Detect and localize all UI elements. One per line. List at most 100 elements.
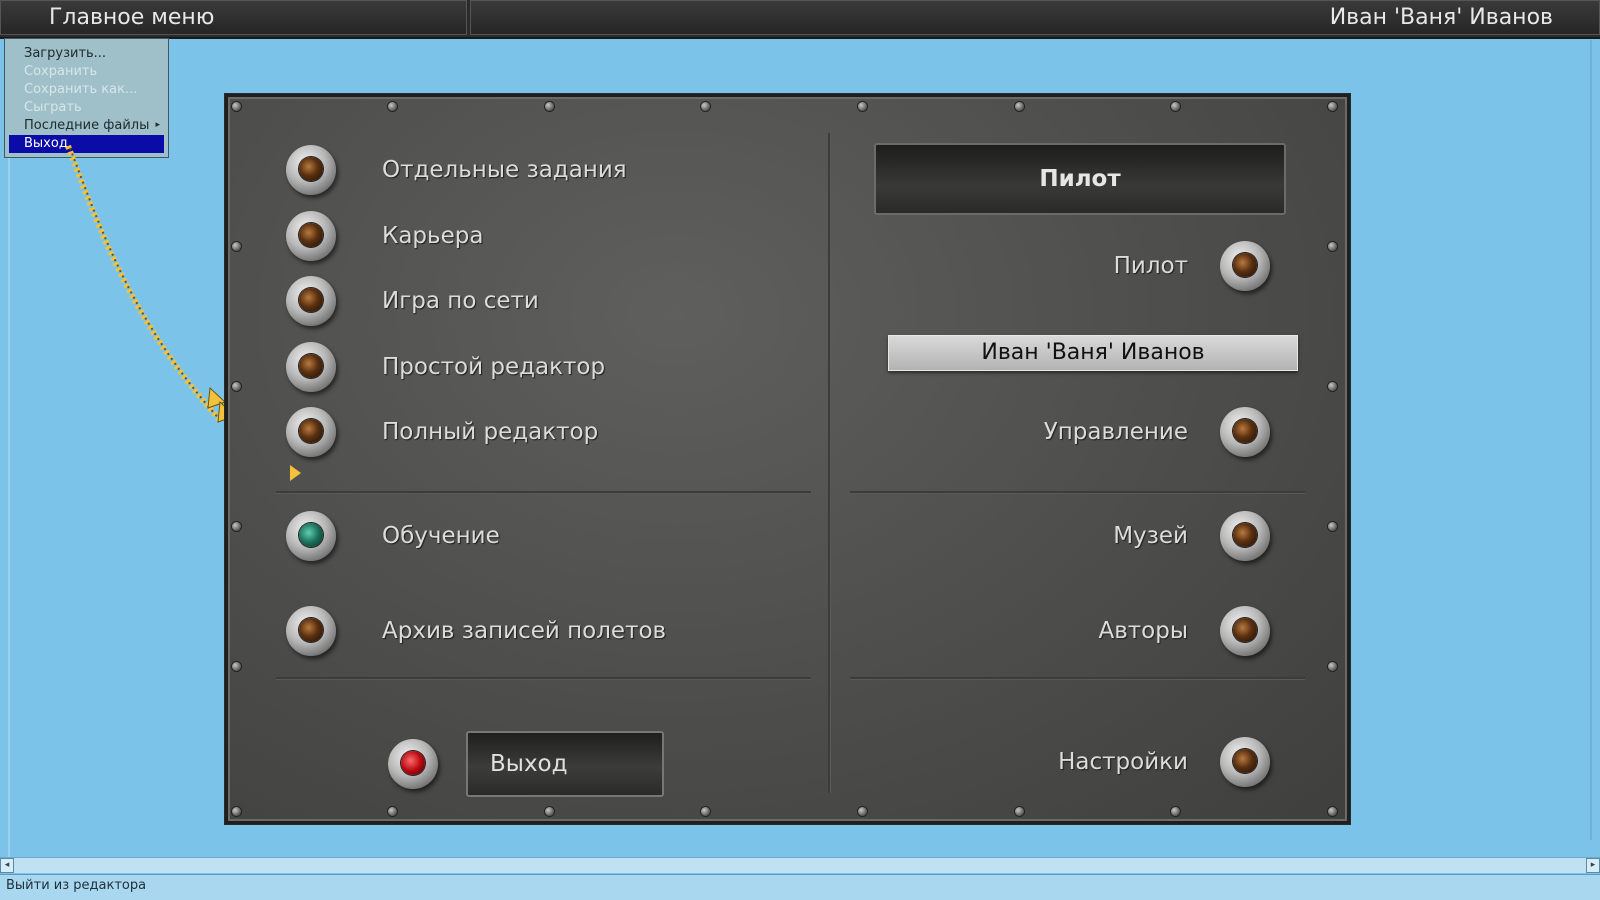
vertical-scrollbar[interactable] [1590,40,1592,840]
cursor-trail-icon [65,144,235,423]
menu-option-settings[interactable]: Настройки [908,734,1303,790]
lamp-red-icon [401,751,425,775]
menu-option-career[interactable]: Карьера [286,208,806,264]
option-label: Управление [1043,419,1188,445]
exit-lamp-button-icon[interactable] [388,739,438,789]
menu-item-play: Сыграть [5,99,168,117]
menu-item-label: Последние файлы [24,118,150,133]
lamp-amber-icon [1233,419,1257,443]
menu-item-label: Сыграть [24,100,82,115]
menu-item-label: Загрузить... [24,46,107,61]
lamp-amber-icon [299,288,323,312]
submenu-arrow-icon: ▸ [155,120,160,130]
rivet-icon [545,102,554,111]
menu-option-full-editor[interactable]: Полный редактор [286,404,806,460]
menu-option-controls[interactable]: Управление [908,404,1303,460]
rivet-icon [858,807,867,816]
lamp-button-icon[interactable] [1220,511,1270,561]
cursor-pointer-icon [290,465,301,481]
lamp-amber-icon [299,223,323,247]
rivet-icon [232,102,241,111]
lamp-amber-icon [1233,253,1257,277]
menu-option-museum[interactable]: Музей [908,508,1303,564]
exit-button[interactable]: Выход [466,731,664,797]
rivet-icon [232,522,241,531]
menu-item-load[interactable]: Загрузить... [5,45,168,63]
rivet-icon [1171,102,1180,111]
rivet-icon [388,102,397,111]
top-bar: Главное меню Иван 'Ваня' Иванов [0,0,1600,39]
scroll-left-icon[interactable]: ◂ [0,858,14,873]
option-label: Игра по сети [382,288,539,314]
option-label: Отдельные задания [382,157,627,183]
option-label: Настройки [1058,749,1188,775]
lamp-button-icon[interactable] [1220,407,1270,457]
option-label: Музей [1113,523,1188,549]
rivet-icon [1171,807,1180,816]
menu-option-single-missions[interactable]: Отдельные задания [286,142,806,198]
menu-item-recent-files[interactable]: Последние файлы ▸ [5,117,168,135]
lamp-amber-icon [1233,618,1257,642]
lamp-button-icon[interactable] [286,606,336,656]
rivet-icon [545,807,554,816]
menu-option-network-game[interactable]: Игра по сети [286,273,806,329]
lamp-button-icon[interactable] [286,342,336,392]
menu-item-save: Сохранить [5,63,168,81]
main-menu-panel: Отдельные задания Карьера Игра по сети П… [225,94,1350,824]
rivet-icon [701,807,710,816]
lamp-teal-icon [299,523,323,547]
section-divider [850,491,1305,493]
lamp-button-icon[interactable] [286,211,336,261]
lamp-amber-icon [299,419,323,443]
rivet-icon [232,662,241,671]
menu-option-flight-records[interactable]: Архив записей полетов [286,603,806,659]
rivet-icon [1015,807,1024,816]
rivet-icon [232,807,241,816]
lamp-amber-icon [1233,523,1257,547]
option-label: Простой редактор [382,354,606,380]
rivet-icon [1328,807,1337,816]
pilot-header-button[interactable]: Пилот [874,143,1286,215]
rivet-icon [1328,382,1337,391]
lamp-amber-icon [1233,749,1257,773]
menu-item-save-as: Сохранить как... [5,81,168,99]
lamp-amber-icon [299,157,323,181]
main-menu-title[interactable]: Главное меню [0,0,467,35]
screen: Главное меню Иван 'Ваня' Иванов Загрузит… [0,0,1600,900]
left-edge-line [8,158,10,858]
option-label: Архив записей полетов [382,618,667,644]
option-label: Обучение [382,523,500,549]
lamp-button-icon[interactable] [286,511,336,561]
rivet-icon [1015,102,1024,111]
rivet-icon [1328,102,1337,111]
pilot-name-field[interactable]: Иван 'Ваня' Иванов [888,335,1298,371]
lamp-button-icon[interactable] [1220,737,1270,787]
rivet-icon [388,807,397,816]
menu-option-authors[interactable]: Авторы [908,603,1303,659]
lamp-button-icon[interactable] [286,145,336,195]
option-label: Полный редактор [382,419,599,445]
section-divider [850,677,1305,679]
menu-item-label: Сохранить как... [24,82,138,97]
lamp-button-icon[interactable] [1220,241,1270,291]
current-user-name: Иван 'Ваня' Иванов [470,0,1600,35]
column-divider [828,133,830,793]
menu-option-pilot[interactable]: Пилот [908,238,1303,294]
scroll-right-icon[interactable]: ▸ [1586,858,1600,873]
rivet-icon [232,242,241,251]
menu-option-training[interactable]: Обучение [286,508,806,564]
lamp-button-icon[interactable] [1220,606,1270,656]
rivet-icon [1328,522,1337,531]
status-bar: Выйти из редактора [0,874,1600,900]
horizontal-scrollbar[interactable]: ◂ ▸ [0,857,1600,873]
rivet-icon [858,102,867,111]
lamp-button-icon[interactable] [286,407,336,457]
rivet-icon [1328,662,1337,671]
rivet-icon [701,102,710,111]
lamp-button-icon[interactable] [286,276,336,326]
lamp-amber-icon [299,354,323,378]
menu-option-simple-editor[interactable]: Простой редактор [286,339,806,395]
rivet-icon [1328,242,1337,251]
rivet-icon [232,382,241,391]
section-divider [276,491,811,493]
